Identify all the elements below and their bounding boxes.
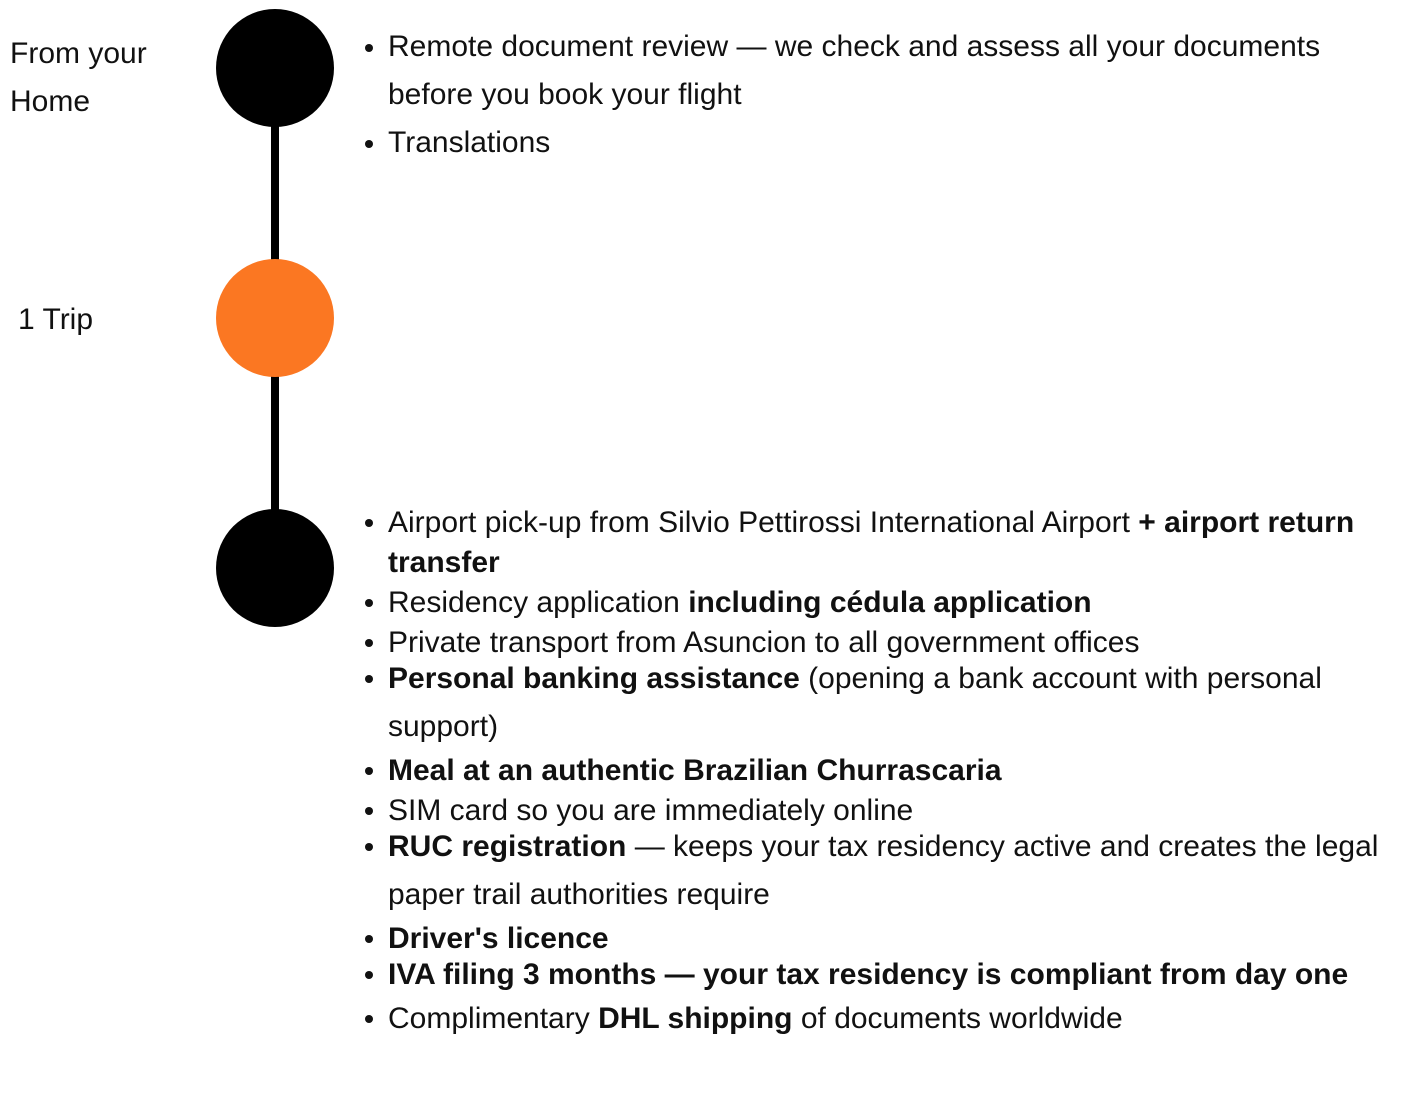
list-item: Residency application including cédula a… — [350, 583, 1405, 623]
list-item: Remote document review — we check and as… — [350, 23, 1350, 119]
list-item: RUC registration — keeps your tax reside… — [350, 823, 1405, 919]
timeline-node-trip — [216, 259, 334, 377]
trip-services-list: Airport pick-up from Silvio Pettirossi I… — [350, 503, 1405, 1039]
list-item: IVA filing 3 months — your tax residency… — [350, 951, 1405, 999]
item-text-bold: Personal banking assistance — [388, 662, 800, 695]
list-item: Airport pick-up from Silvio Pettirossi I… — [350, 503, 1405, 583]
item-text-bold: Meal at an authentic Brazilian Churrasca… — [388, 754, 1002, 787]
timeline-connector — [271, 118, 279, 278]
list-item: Personal banking assistance (opening a b… — [350, 655, 1405, 751]
timeline-node-home — [216, 9, 334, 127]
item-text-bold: RUC registration — [388, 830, 627, 863]
stage-label-trip: 1 Trip — [18, 303, 94, 336]
timeline-connector — [271, 368, 279, 528]
timeline-node-services — [216, 509, 334, 627]
item-text-bold: IVA filing 3 months — your tax residency… — [388, 958, 1349, 991]
list-item: Meal at an authentic Brazilian Churrasca… — [350, 751, 1405, 791]
item-text: Complimentary — [388, 1002, 599, 1035]
item-text: Airport pick-up from Silvio Pettirossi I… — [388, 506, 1139, 539]
item-text-bold: including cédula application — [688, 586, 1092, 619]
item-text-bold: DHL shipping — [598, 1002, 793, 1035]
list-item: Complimentary DHL shipping of documents … — [350, 999, 1405, 1039]
item-text: of documents worldwide — [792, 1002, 1123, 1035]
home-services-list: Remote document review — we check and as… — [350, 23, 1350, 167]
stage-label-home: From your Home — [10, 37, 147, 118]
list-item: Translations — [350, 119, 1350, 167]
item-text: Residency application — [388, 586, 689, 619]
